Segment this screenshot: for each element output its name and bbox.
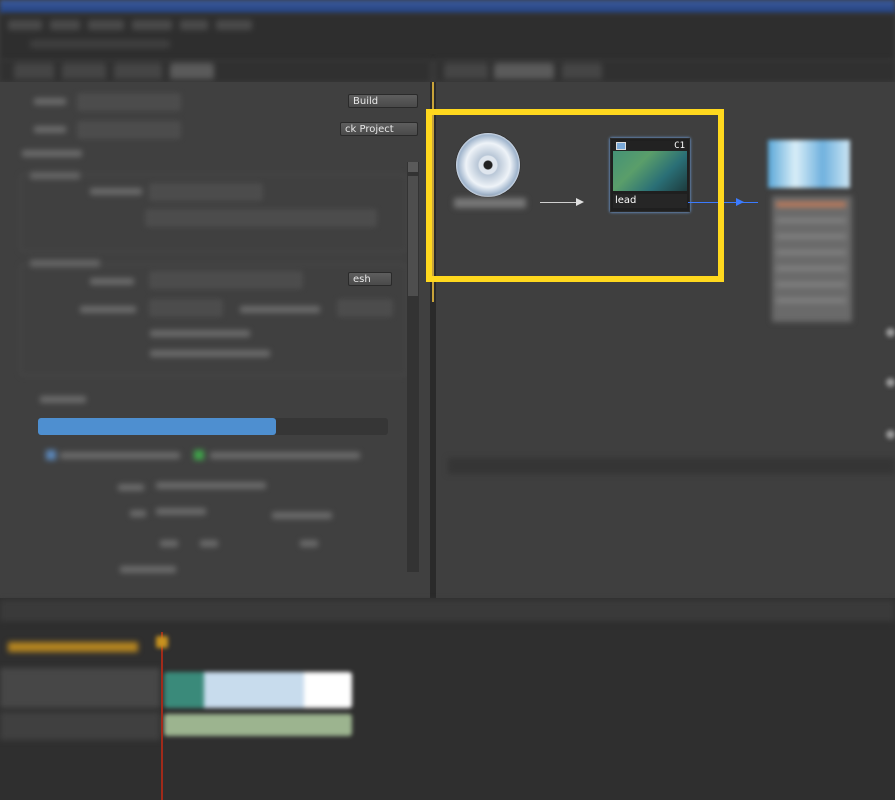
section-header (40, 396, 86, 403)
audio-track-header[interactable] (0, 712, 160, 740)
build-properties-panel: Build ck Project esh (0, 82, 430, 598)
window-title-bar (0, 0, 895, 14)
column-header (200, 540, 218, 547)
tab-menus[interactable] (444, 63, 488, 79)
field-label (130, 510, 146, 517)
scroll-thumb[interactable] (408, 176, 418, 296)
field-label (90, 278, 134, 285)
connection-dot[interactable] (886, 378, 895, 387)
menu-item[interactable] (216, 20, 252, 30)
video-track-header[interactable] (0, 668, 160, 708)
menu-bar (0, 14, 895, 60)
pack-project-button[interactable]: ck Project (340, 122, 418, 136)
build-progress-bar (38, 418, 388, 435)
field-label (34, 126, 66, 133)
highlight-box (426, 109, 724, 282)
menu-row (776, 234, 846, 239)
checkbox-label (60, 452, 180, 459)
timecode-display (8, 642, 138, 652)
playhead-line[interactable] (161, 632, 163, 800)
connection-dot[interactable] (886, 430, 895, 439)
menu-item[interactable] (132, 20, 172, 30)
field-label (118, 484, 144, 491)
section-header (22, 150, 82, 157)
tab-flowchart[interactable] (494, 63, 554, 79)
menu-row (776, 298, 846, 303)
build-format-field[interactable] (78, 94, 180, 110)
build-button[interactable]: Build (348, 94, 418, 108)
menu-item[interactable] (180, 20, 208, 30)
toolbar (30, 40, 170, 48)
arrowhead-icon (736, 198, 744, 206)
field-label (240, 306, 320, 313)
tab-timeline[interactable] (562, 63, 602, 79)
properties-scrollbar[interactable] (407, 162, 419, 572)
menu-row (776, 266, 846, 271)
left-tab-strip (0, 60, 430, 82)
canvas-scrollbar[interactable] (448, 458, 895, 474)
menu-node-thumbnail[interactable] (768, 140, 850, 188)
location-field[interactable] (146, 210, 376, 226)
menu-item[interactable] (50, 20, 80, 30)
speed-field[interactable] (150, 300, 222, 316)
build-progress-fill (38, 418, 276, 435)
checkbox[interactable] (46, 450, 56, 460)
connection-dot[interactable] (886, 328, 895, 337)
value-text (156, 508, 206, 515)
column-header (160, 540, 178, 547)
menu-node-details (772, 196, 852, 322)
field-label (80, 306, 136, 313)
field-label (150, 350, 270, 357)
tab-character[interactable] (114, 63, 162, 79)
playhead-handle[interactable] (156, 636, 168, 648)
tab-properties[interactable] (14, 63, 54, 79)
menu-row (776, 218, 846, 223)
value-text (272, 512, 332, 519)
canvas-tab-strip (436, 60, 895, 82)
scroll-up-icon[interactable] (408, 162, 418, 172)
menu-item[interactable] (8, 20, 42, 30)
menu-row (776, 250, 846, 255)
refresh-button[interactable]: esh (348, 272, 392, 286)
field-label (150, 330, 250, 337)
checkbox-label (210, 452, 360, 459)
tab-metadata[interactable] (62, 63, 106, 79)
field-label (34, 98, 66, 105)
folder-name-field[interactable] (150, 184, 262, 200)
tab-build[interactable] (170, 63, 214, 79)
checkbox[interactable] (194, 450, 204, 460)
menu-row (776, 282, 846, 287)
timeline-ruler[interactable] (0, 600, 895, 623)
field-label (90, 188, 142, 195)
build-output-field[interactable] (78, 122, 180, 138)
video-clip[interactable] (164, 672, 352, 708)
field-label (120, 566, 176, 573)
audio-clip[interactable] (164, 714, 352, 736)
column-header (300, 540, 318, 547)
value-text (156, 482, 266, 489)
copies-field[interactable] (338, 300, 392, 316)
recorder-field[interactable] (150, 272, 302, 288)
menu-row (776, 202, 846, 207)
menu-item[interactable] (88, 20, 124, 30)
